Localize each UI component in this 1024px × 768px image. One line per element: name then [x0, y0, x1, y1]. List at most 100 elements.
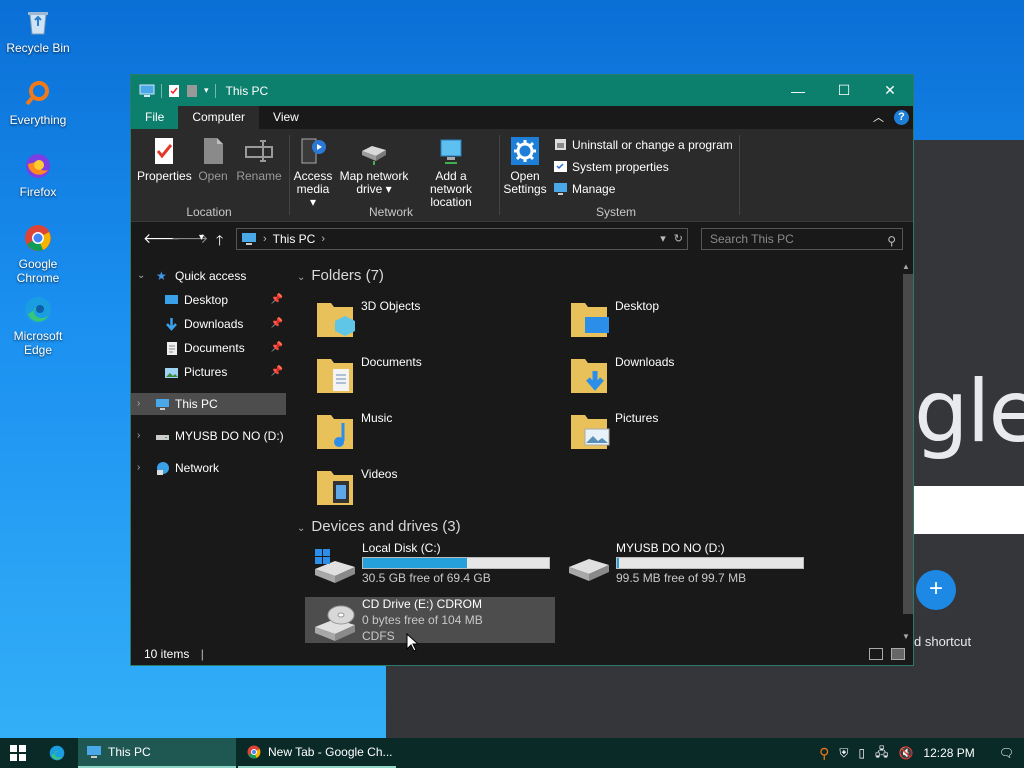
folder-videos[interactable]: Videos: [301, 461, 551, 511]
access-media-button[interactable]: Access media ▾: [293, 135, 333, 209]
tab-computer[interactable]: Computer: [178, 106, 260, 129]
desktop-icon-google-chrome[interactable]: Google Chrome: [4, 222, 72, 285]
folder-pictures[interactable]: Pictures: [555, 405, 805, 455]
scroll-down-arrow-icon[interactable]: ▼: [902, 632, 910, 641]
uninstall-program-button[interactable]: Uninstall or change a program: [553, 137, 733, 152]
title-bar[interactable]: ▾ This PC — ☐ ✕: [131, 75, 913, 106]
properties-icon: [155, 138, 173, 164]
desktop-icon-firefox[interactable]: Firefox: [4, 150, 72, 199]
nav-this-pc[interactable]: › This PC: [131, 393, 286, 415]
group-label-location: Location: [186, 205, 232, 219]
nav-network[interactable]: › Network: [131, 457, 286, 479]
usb-eject-icon[interactable]: ▯: [858, 746, 865, 760]
group-label-network: Network: [368, 205, 413, 219]
windows-start-icon[interactable]: [10, 745, 26, 761]
notifications-icon[interactable]: 🗨: [999, 746, 1014, 760]
security-shield-icon[interactable]: ⛨: [839, 746, 848, 761]
nav-usb-drive[interactable]: › MYUSB DO NO (D:): [131, 425, 286, 447]
downloads-folder-icon: [571, 359, 607, 393]
expand-arrow-icon[interactable]: ›: [137, 425, 140, 447]
taskbar-item-explorer[interactable]: This PC: [78, 738, 236, 768]
volume-muted-icon[interactable]: 🔇: [898, 746, 913, 760]
tab-file[interactable]: File: [131, 106, 179, 129]
nav-documents[interactable]: Documents 📌: [131, 337, 286, 359]
add-network-location-button[interactable]: Add a network location: [413, 135, 489, 209]
maximize-button[interactable]: ☐: [821, 75, 867, 106]
nav-downloads[interactable]: Downloads 📌: [131, 313, 286, 335]
add-shortcut-button[interactable]: +: [916, 570, 956, 610]
this-pc-icon: [87, 746, 101, 758]
minimize-button[interactable]: —: [775, 75, 821, 106]
large-icons-view-icon[interactable]: [891, 648, 905, 660]
pin-icon: 📌: [270, 366, 283, 377]
edge-taskbar-icon[interactable]: [48, 744, 66, 762]
access-media-label-2: media ▾: [296, 182, 330, 209]
videos-folder-icon: [317, 471, 353, 505]
refresh-icon[interactable]: ↻: [674, 232, 683, 245]
content-pane: ⌄ Folders (7) 3D Objects Desktop Document…: [291, 265, 901, 645]
group-label-system: System: [595, 205, 636, 219]
quick-access-toolbar: ▾: [131, 83, 216, 98]
address-bar[interactable]: › This PC › ▾ ↻: [236, 228, 688, 250]
expand-arrow-icon[interactable]: ›: [137, 457, 140, 479]
new-folder-quick-icon[interactable]: [186, 84, 198, 98]
details-view-icon[interactable]: [869, 648, 883, 660]
open-button[interactable]: Open: [195, 135, 231, 183]
address-history-dropdown-icon[interactable]: ▾: [660, 232, 666, 245]
collapse-ribbon-icon[interactable]: ︿: [873, 109, 884, 125]
star-icon: ★: [156, 269, 167, 283]
nav-pictures[interactable]: Pictures 📌: [131, 361, 286, 383]
folder-music[interactable]: Music: [301, 405, 551, 455]
search-input[interactable]: Search This PC ⚲: [701, 228, 903, 250]
map-network-drive-button[interactable]: Map network drive ▾: [337, 135, 411, 196]
scroll-up-arrow-icon[interactable]: ▲: [902, 262, 910, 271]
folder-desktop[interactable]: Desktop: [555, 293, 805, 343]
breadcrumb-separator-icon: ›: [321, 233, 326, 245]
collapse-arrow-icon[interactable]: ⌄: [137, 265, 145, 287]
window-title: This PC: [225, 83, 269, 98]
drive-usb-d[interactable]: MYUSB DO NO (D:) 99.5 MB free of 99.7 MB: [559, 541, 809, 587]
expand-arrow-icon[interactable]: ›: [137, 393, 140, 415]
pictures-folder-icon: [571, 415, 610, 449]
customize-toolbar-icon[interactable]: ▾: [204, 85, 209, 96]
nav-quick-access[interactable]: ⌄ ★ Quick access: [131, 265, 286, 287]
breadcrumb-this-pc[interactable]: This PC: [273, 232, 316, 246]
3d-objects-folder-icon: [317, 303, 355, 337]
help-button[interactable]: ?: [894, 109, 909, 125]
tab-view[interactable]: View: [259, 106, 313, 129]
manage-button[interactable]: Manage: [553, 181, 615, 196]
desktop-icon-recycle-bin[interactable]: Recycle Bin: [4, 6, 72, 55]
everything-search-icon: [25, 81, 49, 106]
taskbar-item-chrome[interactable]: New Tab - Google Ch...: [238, 738, 396, 768]
drive-local-disk-c[interactable]: Local Disk (C:) 30.5 GB free of 69.4 GB: [305, 541, 555, 587]
rename-label: Rename: [236, 169, 282, 183]
status-bar: 10 items |: [131, 643, 913, 665]
system-properties-button[interactable]: System properties: [553, 159, 669, 174]
open-settings-button[interactable]: Open Settings: [503, 135, 547, 196]
google-search-box[interactable]: [914, 486, 1024, 534]
rename-button[interactable]: Rename: [235, 135, 283, 183]
properties-quick-icon[interactable]: [168, 84, 180, 98]
folder-3d-objects[interactable]: 3D Objects: [301, 293, 551, 343]
network-tray-icon[interactable]: 🖧: [875, 743, 888, 764]
clock[interactable]: 12:28 PM: [923, 746, 974, 760]
drive-usage-bar: [616, 557, 804, 569]
ribbon-tabs: File Computer View ︿ ?: [131, 106, 913, 129]
vertical-scrollbar[interactable]: ▲ ▼: [901, 260, 913, 646]
recent-locations-button[interactable]: ▾: [199, 232, 204, 243]
desktop-folder-icon: [571, 303, 609, 337]
nav-desktop[interactable]: Desktop 📌: [131, 289, 286, 311]
close-button[interactable]: ✕: [867, 75, 913, 106]
google-logo: gle: [914, 362, 1024, 462]
everything-tray-icon[interactable]: ⚲: [819, 745, 829, 762]
up-button[interactable]: 🡑: [216, 230, 223, 254]
desktop-icon-everything[interactable]: Everything: [4, 78, 72, 127]
folder-downloads[interactable]: Downloads: [555, 349, 805, 399]
drives-section-header[interactable]: ⌄ Devices and drives (3): [297, 518, 461, 535]
drive-cd-e[interactable]: CD Drive (E:) CDROM 0 bytes free of 104 …: [305, 597, 555, 645]
folder-documents[interactable]: Documents: [301, 349, 551, 399]
scrollbar-thumb[interactable]: [903, 274, 913, 614]
desktop-icon-microsoft-edge[interactable]: Microsoft Edge: [4, 294, 72, 357]
folders-section-header[interactable]: ⌄ Folders (7): [297, 267, 384, 284]
properties-button[interactable]: Properties: [137, 135, 192, 183]
